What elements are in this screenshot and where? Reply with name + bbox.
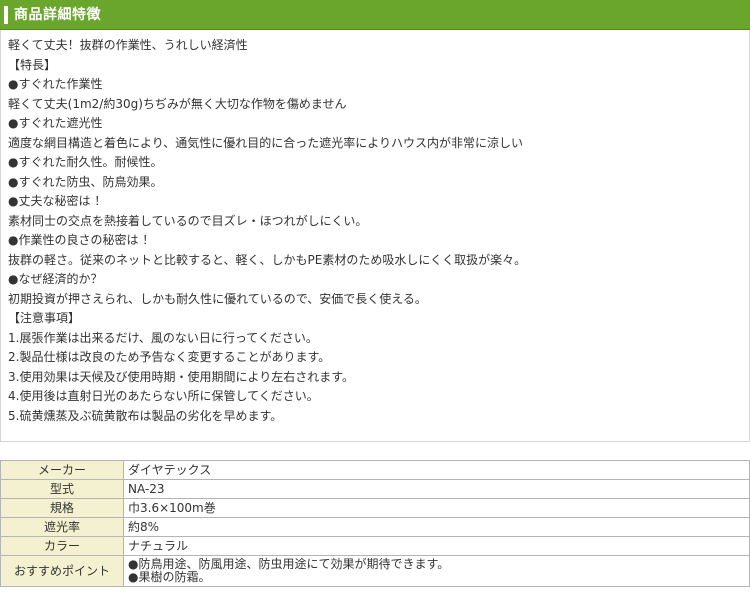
description-line: 【特長】 [8,57,57,72]
description-line: ●すぐれた耐久性。耐候性。 [8,155,163,169]
spec-value: ●防鳥用途、防風用途、防虫用途にて効果が期待できます。 ●果樹の防霜。 [123,555,750,587]
description-line: ●すぐれた作業性 [8,77,103,91]
spec-value-line: ●果樹の防霜。 [128,570,211,584]
description-line: 【注意事項】 [8,311,81,325]
description-line: 軽くて丈夫！抜群の作業性、うれしい経済性 [8,38,248,52]
description-line: 4.使用後は直射日光のあたらない所に保管してください。 [8,389,319,403]
product-description: 軽くて丈夫！抜群の作業性、うれしい経済性 【特長】 ●すぐれた作業性 軽くて丈夫… [0,30,750,442]
spec-label: 規格 [0,498,124,518]
spec-value-line: ●防鳥用途、防風用途、防虫用途にて効果が期待できます。 [128,557,450,571]
spec-row-shading: 遮光率 約8% [0,517,750,537]
spec-label: カラー [0,536,124,556]
spec-row-model: 型式 NA-23 [0,479,750,499]
description-line: ●なぜ経済的か？ [8,272,103,286]
spec-row-color: カラー ナチュラル [0,536,750,556]
spec-row-maker: メーカー ダイヤテックス [0,460,750,480]
description-line: 適度な網目構造と着色により、通気性に優れ目的に合った遮光率によりハウス内が非常に… [8,135,524,150]
description-line: 初期投資が押さえられ、しかも耐久性に優れているので、安価で長く使える。 [8,291,427,306]
spec-value-line: 約8% [128,519,160,534]
section-header: 商品詳細特徴 [0,0,750,30]
spec-value: 巾3.6×100m巻 [123,498,750,518]
description-line: 素材同士の交点を熱接着しているので目ズレ・ほつれがしにくい。 [8,213,368,228]
description-line: ●すぐれた防虫、防鳥効果。 [8,174,163,189]
spec-label: 遮光率 [0,517,124,537]
spec-value-line: 巾3.6×100m巻 [128,500,216,515]
description-line: 軽くて丈夫(1m2/約30g)ちぢみが無く大切な作物を傷めません [8,96,347,111]
description-line: 1.展張作業は出来るだけ、風のない日に行ってください。 [8,330,318,345]
spec-value-line: NA-23 [128,481,165,496]
spec-label: おすすめポイント [0,555,124,587]
spec-value: ダイヤテックス [123,460,750,480]
spec-table: メーカー ダイヤテックス 型式 NA-23 規格 巾3.6×100m巻 遮光率 … [0,460,750,587]
spec-label: メーカー [0,460,124,480]
description-line: 2.製品仕様は改良のため予告なく変更することがあります。 [8,350,331,364]
section-title: 商品詳細特徴 [14,7,101,23]
spec-value: NA-23 [123,479,750,499]
description-line: ●すぐれた遮光性 [8,116,103,130]
spec-label: 型式 [0,479,124,499]
description-line: 5.硫黄燻蒸及ぶ硫黄散布は製品の劣化を早めます。 [8,408,283,423]
spec-value-line: ナチュラル [128,538,189,553]
spec-value-line: ダイヤテックス [128,462,212,477]
spec-value: ナチュラル [123,536,750,556]
description-line: 3.使用効果は天候及び使用時期・使用期間により左右されます。 [8,369,355,384]
spec-row-size: 規格 巾3.6×100m巻 [0,498,750,518]
header-accent-bar [4,6,8,24]
description-line: 抜群の軽さ。従来のネットと比較すると、軽く、しかもPE素材のため吸水しにくく取扱… [8,252,527,267]
spec-value: 約8% [123,517,750,537]
spec-row-recommend: おすすめポイント ●防鳥用途、防風用途、防虫用途にて効果が期待できます。 ●果樹… [0,555,750,587]
description-line: ●丈夫な秘密は ！ [8,194,107,208]
description-line: ●作業性の良さの秘密は ！ [8,233,155,247]
